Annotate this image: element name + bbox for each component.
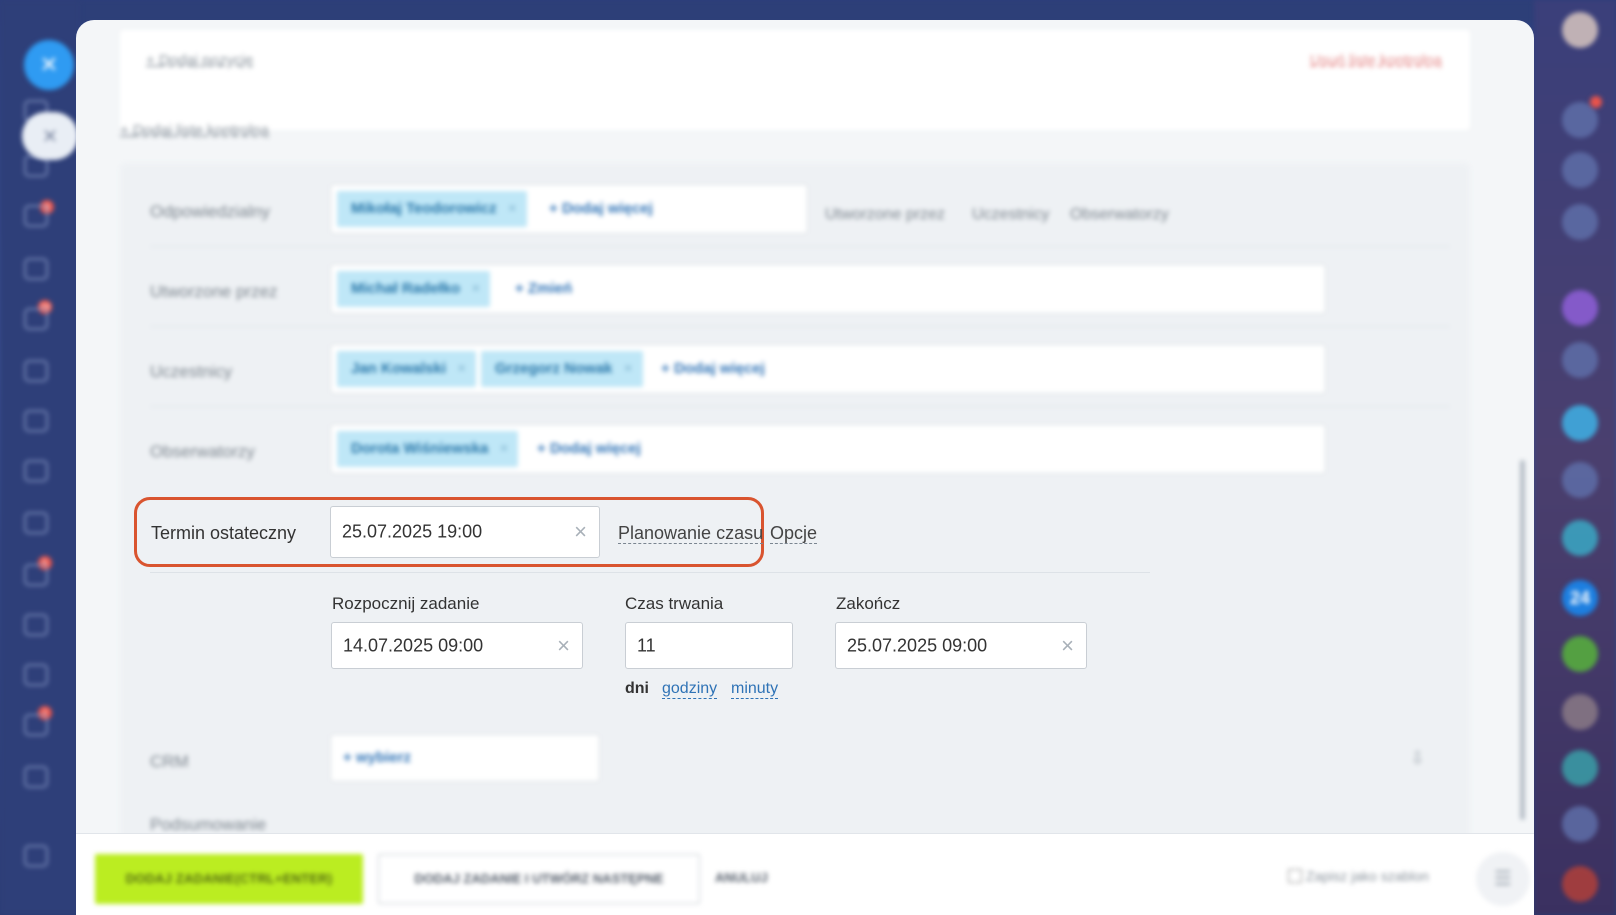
crm-label: CRM <box>150 752 189 771</box>
responsible-label: Odpowiedzialny <box>150 202 271 221</box>
participants-field[interactable]: Jan Kowalski× Grzegorz Nowak× Dodaj więc… <box>330 344 1326 394</box>
contact-avatar-2[interactable] <box>1562 342 1598 378</box>
video-call-icon[interactable] <box>1562 866 1598 902</box>
role-link-participants[interactable]: Uczestnicy <box>972 206 1049 224</box>
calls-icon[interactable] <box>1562 204 1598 240</box>
unit-days[interactable]: dni <box>625 680 649 698</box>
role-link-created-by[interactable]: Utworzone przez <box>825 206 945 224</box>
row-divider <box>150 246 1450 247</box>
created-by-label: Utworzone przez <box>150 282 278 301</box>
start-date-value: 14.07.2025 09:00 <box>343 635 484 655</box>
duration-input[interactable]: 11 <box>625 622 793 669</box>
shop-icon[interactable] <box>24 360 48 382</box>
add-position-link[interactable]: + Dodaj pozycję <box>146 52 253 69</box>
checkbox-icon[interactable] <box>1288 869 1302 883</box>
panel-scrollbar[interactable] <box>1520 460 1525 820</box>
remove-chip-icon[interactable]: × <box>500 431 509 467</box>
remove-chip-icon[interactable]: × <box>624 351 633 387</box>
remove-chip-icon[interactable]: × <box>508 191 517 227</box>
unit-hours-link[interactable]: godziny <box>662 680 718 699</box>
contact-avatar-4[interactable] <box>1562 520 1598 556</box>
storage-icon[interactable] <box>24 410 48 432</box>
checklist-box <box>120 30 1470 130</box>
clear-start-icon[interactable]: × <box>557 633 570 659</box>
start-date-input[interactable]: 14.07.2025 09:00 × <box>331 622 583 669</box>
clear-end-icon[interactable]: × <box>1061 633 1074 659</box>
activity-icon[interactable] <box>1562 152 1598 188</box>
remove-chip-icon[interactable]: × <box>457 351 466 387</box>
responsible-chip[interactable]: Mikołaj Teodorowicz × <box>337 191 527 227</box>
contact-avatar-8[interactable] <box>1562 806 1598 842</box>
save-as-template-label: Zapisz jako szablon <box>1306 868 1429 884</box>
crm-field[interactable]: wybierz <box>330 734 600 782</box>
collapse-slider-button[interactable]: ⨯ <box>22 112 78 160</box>
contact-avatar-6[interactable] <box>1562 694 1598 730</box>
duration-label: Czas trwania <box>625 594 724 613</box>
observer-chip[interactable]: Dorota Wiśniewska × <box>337 431 519 467</box>
top-bar <box>0 0 1616 22</box>
menu-icon[interactable]: ☰ <box>1476 852 1530 906</box>
remove-chip-icon[interactable]: × <box>471 271 480 307</box>
search-icon[interactable] <box>24 845 48 867</box>
help-icon[interactable] <box>24 766 48 788</box>
calendar-icon[interactable] <box>24 460 48 482</box>
documents-icon[interactable] <box>24 564 48 586</box>
end-date-input[interactable]: 25.07.2025 09:00 × <box>835 622 1087 669</box>
role-link-observers[interactable]: Obserwatorzy <box>1070 206 1169 224</box>
row-divider <box>150 572 1150 573</box>
inbox-icon[interactable] <box>24 205 48 227</box>
observers-add-more[interactable]: Dodaj więcej <box>537 431 641 467</box>
options-link[interactable]: Opcje <box>770 523 818 544</box>
notifications-badge <box>1590 96 1602 108</box>
responsible-field[interactable]: Mikołaj Teodorowicz× Dodaj więcej <box>330 184 808 234</box>
save-as-template-checkbox[interactable]: Zapisz jako szablon <box>1288 868 1429 884</box>
row-divider <box>150 326 1450 327</box>
delete-checklist-link[interactable]: Usuń listę kontrolną <box>1310 52 1442 69</box>
user-avatar[interactable] <box>1562 12 1598 48</box>
deadline-value: 25.07.2025 19:00 <box>342 521 483 542</box>
end-date-value: 25.07.2025 09:00 <box>847 635 988 655</box>
created-by-chip[interactable]: Michał Radełko × <box>337 271 491 307</box>
cancel-button[interactable]: ANULUJ <box>715 870 768 885</box>
deadline-input[interactable]: 25.07.2025 19:00 × <box>330 506 600 558</box>
tasks-icon[interactable] <box>24 258 48 280</box>
change-author-link[interactable]: Zmień <box>515 271 572 307</box>
pin-icon[interactable]: ⇩ <box>1410 748 1425 769</box>
created-by-field[interactable]: Michał Radełko× Zmień <box>330 264 1326 314</box>
team-icon[interactable] <box>24 714 48 736</box>
group-chat-icon[interactable] <box>1562 405 1598 441</box>
observers-field[interactable]: Dorota Wiśniewska× Dodaj więcej <box>330 424 1326 474</box>
participants-add-more[interactable]: Dodaj więcej <box>661 351 765 387</box>
sign-icon[interactable] <box>24 614 48 636</box>
row-divider <box>150 406 1450 407</box>
close-slider-button[interactable]: ✕ <box>24 40 74 90</box>
analytics-icon[interactable] <box>24 512 48 534</box>
duration-value: 11 <box>637 635 656 655</box>
participants-label: Uczestnicy <box>150 362 233 381</box>
crm-select-link[interactable]: wybierz <box>343 740 411 776</box>
summary-label: Podsumowanie <box>150 815 267 834</box>
time-planning-link[interactable]: Planowanie czasu <box>618 523 764 544</box>
end-label: Zakończ <box>836 594 901 613</box>
contact-avatar-1[interactable] <box>1562 290 1598 326</box>
responsible-add-more[interactable]: Dodaj więcej <box>549 191 653 227</box>
cart-icon[interactable] <box>24 308 48 330</box>
add-checklist-link[interactable]: + Dodaj listę kontrolną <box>120 122 269 139</box>
contact-avatar-5[interactable] <box>1562 636 1598 672</box>
bitrix24-icon[interactable]: 24 <box>1562 580 1598 616</box>
contact-avatar-7[interactable] <box>1562 750 1598 786</box>
participant-chip[interactable]: Grzegorz Nowak × <box>481 351 643 387</box>
deadline-label: Termin ostateczny <box>151 523 297 543</box>
settings-icon[interactable] <box>24 664 48 686</box>
clear-deadline-icon[interactable]: × <box>574 519 587 545</box>
observers-label: Obserwatorzy <box>150 442 255 461</box>
unit-minutes-link[interactable]: minuty <box>731 680 779 699</box>
add-task-button[interactable]: DODAJ ZADANIE(CTRL+ENTER) <box>95 854 363 904</box>
participant-chip[interactable]: Jan Kowalski × <box>337 351 477 387</box>
contact-avatar-3[interactable] <box>1562 462 1598 498</box>
add-and-create-next-button[interactable]: DODAJ ZADANIE I UTWÓRZ NASTĘPNE <box>378 854 700 904</box>
start-task-label: Rozpocznij zadanie <box>332 594 480 613</box>
